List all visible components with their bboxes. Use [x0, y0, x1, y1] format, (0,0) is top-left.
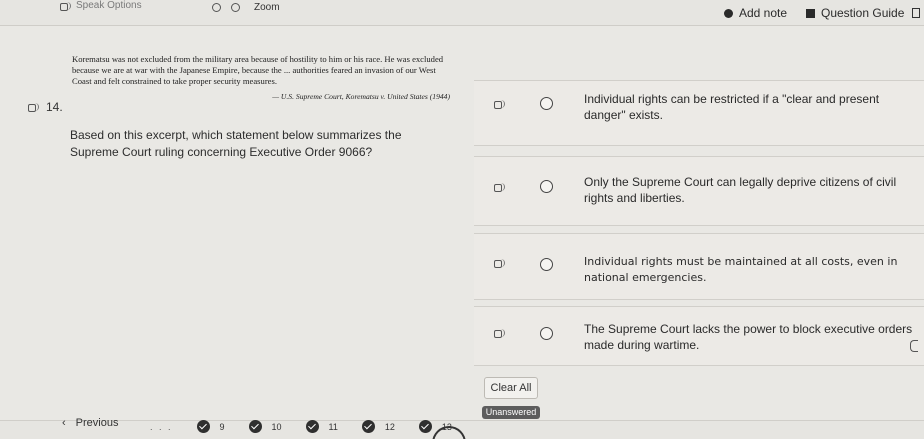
read-choice-icon[interactable]: [494, 258, 506, 268]
read-choice-icon[interactable]: [494, 182, 506, 192]
choice-text: Only the Supreme Court can legally depri…: [584, 175, 897, 205]
speaker-icon: [60, 1, 72, 11]
zoom-out-icon: [212, 3, 221, 12]
choice-radio[interactable]: [540, 97, 553, 110]
question-guide-button[interactable]: Question Guide: [806, 6, 904, 20]
status-badge: Unanswered: [482, 406, 540, 419]
menu-icon[interactable]: [912, 8, 920, 18]
pager-ellipsis: . . .: [150, 421, 173, 432]
read-question-icon[interactable]: [28, 102, 40, 112]
question-number-label: 14.: [46, 100, 63, 114]
question-prompt: Based on this excerpt, which statement b…: [70, 128, 402, 159]
page-number: 9: [219, 421, 225, 432]
excerpt: Korematsu was not excluded from the mili…: [72, 54, 450, 102]
page-item[interactable]: 12: [361, 420, 395, 433]
collapse-panel-icon[interactable]: [910, 340, 918, 352]
answer-choice-3[interactable]: Individual rights must be maintained at …: [474, 233, 924, 300]
question-guide-icon: [806, 8, 815, 18]
page-number: 10: [271, 421, 282, 432]
read-choice-icon[interactable]: [494, 99, 506, 109]
answered-check-icon: [305, 420, 319, 433]
answered-check-icon: [361, 420, 375, 433]
speak-options-button[interactable]: Speak Options: [60, 0, 142, 11]
question-pager: . . . 9 10 11 12 13: [150, 420, 452, 433]
page-item[interactable]: 10: [248, 420, 282, 433]
choice-text: Individual rights must be maintained at …: [584, 255, 898, 284]
page-item[interactable]: 11: [305, 420, 338, 433]
excerpt-text: Korematsu was not excluded from the mili…: [72, 54, 444, 86]
answer-choice-1[interactable]: Individual rights can be restricted if a…: [474, 80, 924, 146]
choice-radio[interactable]: [540, 180, 553, 193]
choice-radio[interactable]: [540, 327, 553, 340]
add-note-button[interactable]: Add note: [724, 6, 787, 20]
answer-choice-4[interactable]: The Supreme Court lacks the power to blo…: [474, 306, 924, 366]
add-note-icon: [724, 8, 733, 18]
choice-text: Individual rights can be restricted if a…: [584, 92, 880, 122]
page-number: 11: [328, 421, 338, 432]
choice-text: The Supreme Court lacks the power to blo…: [584, 322, 913, 352]
page-item[interactable]: 9: [196, 420, 225, 433]
top-toolbar: Speak Options Zoom Add note Question Gui…: [0, 0, 924, 26]
page-number: 12: [384, 421, 395, 432]
clear-all-button[interactable]: Clear All: [484, 377, 538, 399]
previous-button[interactable]: ‹ Previous: [62, 417, 118, 429]
question-guide-label: Question Guide: [821, 6, 905, 20]
chevron-left-icon: ‹: [62, 417, 66, 429]
zoom-label: Zoom: [254, 2, 280, 13]
answered-check-icon: [196, 420, 210, 433]
read-choice-icon[interactable]: [494, 328, 506, 338]
speak-options-label: Speak Options: [76, 0, 142, 11]
zoom-in-icon: [231, 3, 240, 12]
answered-check-icon: [248, 420, 262, 433]
zoom-button[interactable]: Zoom: [212, 2, 280, 13]
answered-check-icon: [418, 420, 432, 433]
question-number: 14.: [28, 100, 63, 114]
add-note-label: Add note: [739, 6, 788, 20]
excerpt-citation: — U.S. Supreme Court, Korematsu v. Unite…: [272, 92, 450, 101]
answer-choice-2[interactable]: Only the Supreme Court can legally depri…: [474, 156, 924, 226]
choice-radio[interactable]: [540, 258, 553, 271]
previous-label: Previous: [75, 417, 119, 429]
